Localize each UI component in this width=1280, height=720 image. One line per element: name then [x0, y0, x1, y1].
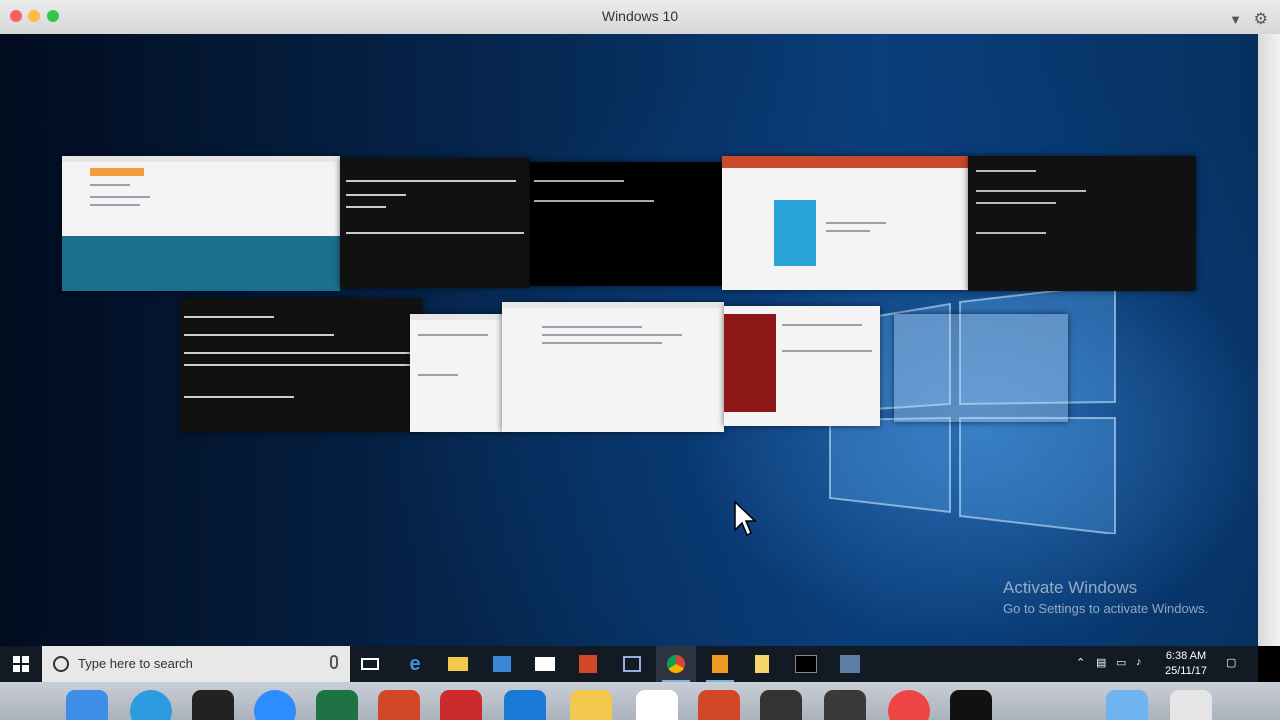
cortana-icon	[53, 656, 69, 672]
command-prompt-window[interactable]	[530, 162, 722, 286]
task-view-button[interactable]	[350, 646, 390, 682]
store-icon[interactable]	[482, 646, 522, 682]
mac-titlebar: Windows 10 ▼ ⚙	[0, 0, 1280, 35]
microphone-icon[interactable]	[330, 655, 338, 669]
terminal-icon[interactable]	[760, 690, 802, 720]
network-status-icon[interactable]: ▤	[1096, 656, 1106, 669]
excel-icon[interactable]	[316, 690, 358, 720]
finder-icon[interactable]	[66, 690, 108, 720]
notepad-icon[interactable]	[612, 646, 652, 682]
powerpoint-window[interactable]	[722, 156, 968, 290]
document-icon[interactable]	[636, 690, 678, 720]
chevron-down-icon[interactable]: ▼	[1229, 12, 1242, 27]
setup-wizard-window[interactable]	[724, 306, 880, 426]
screen: Windows 10 ▼ ⚙ Activate Windows Go to Se…	[0, 0, 1280, 720]
chrome-presentation-window[interactable]	[62, 156, 340, 291]
notifications-icon[interactable]: ▢	[1226, 656, 1236, 669]
network-icon[interactable]	[830, 646, 870, 682]
edge-icon[interactable]: e	[395, 646, 435, 682]
clock-time[interactable]: 6:38 AM	[1156, 650, 1216, 662]
activate-windows-title: Activate Windows	[1003, 578, 1138, 597]
control-panel-window[interactable]	[410, 314, 506, 432]
windows-desktop: Activate Windows Go to Settings to activ…	[0, 34, 1258, 646]
gear-icon[interactable]: ⚙	[1254, 11, 1268, 28]
file-explorer-icon[interactable]	[438, 646, 478, 682]
powerpoint-icon[interactable]	[378, 690, 420, 720]
search-placeholder: Type here to search	[78, 656, 193, 671]
folder-icon[interactable]	[742, 646, 782, 682]
sublime-icon[interactable]	[700, 646, 740, 682]
file-explorer-window[interactable]	[502, 302, 724, 432]
window-edge	[1258, 34, 1280, 646]
powerpoint-icon[interactable]	[568, 646, 608, 682]
code-editor-window[interactable]	[968, 156, 1196, 291]
folder-icon[interactable]	[1106, 690, 1148, 720]
display-icon[interactable]: ▭	[1116, 656, 1126, 669]
terminal-icon[interactable]	[786, 646, 826, 682]
terminal-icon[interactable]	[950, 690, 992, 720]
sublime-icon[interactable]	[824, 690, 866, 720]
task-view-icon	[361, 658, 379, 670]
trash-icon[interactable]	[1170, 690, 1212, 720]
windows-taskbar: Type here to search e ⌃ ▤ ▭ ♪ 6:38 AM 25…	[0, 646, 1258, 682]
folder-icon[interactable]	[570, 690, 612, 720]
terminal-java-window[interactable]	[340, 158, 530, 288]
chrome-icon[interactable]	[656, 646, 696, 682]
window-title: Windows 10	[601, 8, 679, 24]
windows-start-icon	[13, 656, 29, 672]
blank-window[interactable]	[894, 314, 1068, 422]
volume-icon[interactable]: ♪	[1136, 656, 1142, 668]
system-tray: ⌃ ▤ ▭ ♪ 6:38 AM 25/11/17 ▢	[1070, 646, 1258, 682]
parallels-icon[interactable]	[440, 690, 482, 720]
chevron-up-icon[interactable]: ⌃	[1076, 656, 1085, 669]
ssh-terminal-window[interactable]	[180, 298, 422, 432]
activate-windows-subtitle: Go to Settings to activate Windows.	[1003, 601, 1209, 616]
mail-icon[interactable]	[525, 646, 565, 682]
terminal-icon[interactable]	[192, 690, 234, 720]
powerpoint-icon[interactable]	[698, 690, 740, 720]
start-button[interactable]	[0, 646, 42, 682]
search-box[interactable]: Type here to search	[42, 646, 350, 682]
mouse-cursor-icon	[734, 500, 757, 537]
clock-date[interactable]: 25/11/17	[1156, 665, 1216, 677]
chrome-icon[interactable]	[888, 690, 930, 720]
safari-icon[interactable]	[130, 690, 172, 720]
zoom-icon[interactable]	[254, 690, 296, 720]
mac-dock	[0, 682, 1280, 720]
windows-icon[interactable]	[504, 690, 546, 720]
title-controls: ▼ ⚙	[1229, 9, 1268, 29]
